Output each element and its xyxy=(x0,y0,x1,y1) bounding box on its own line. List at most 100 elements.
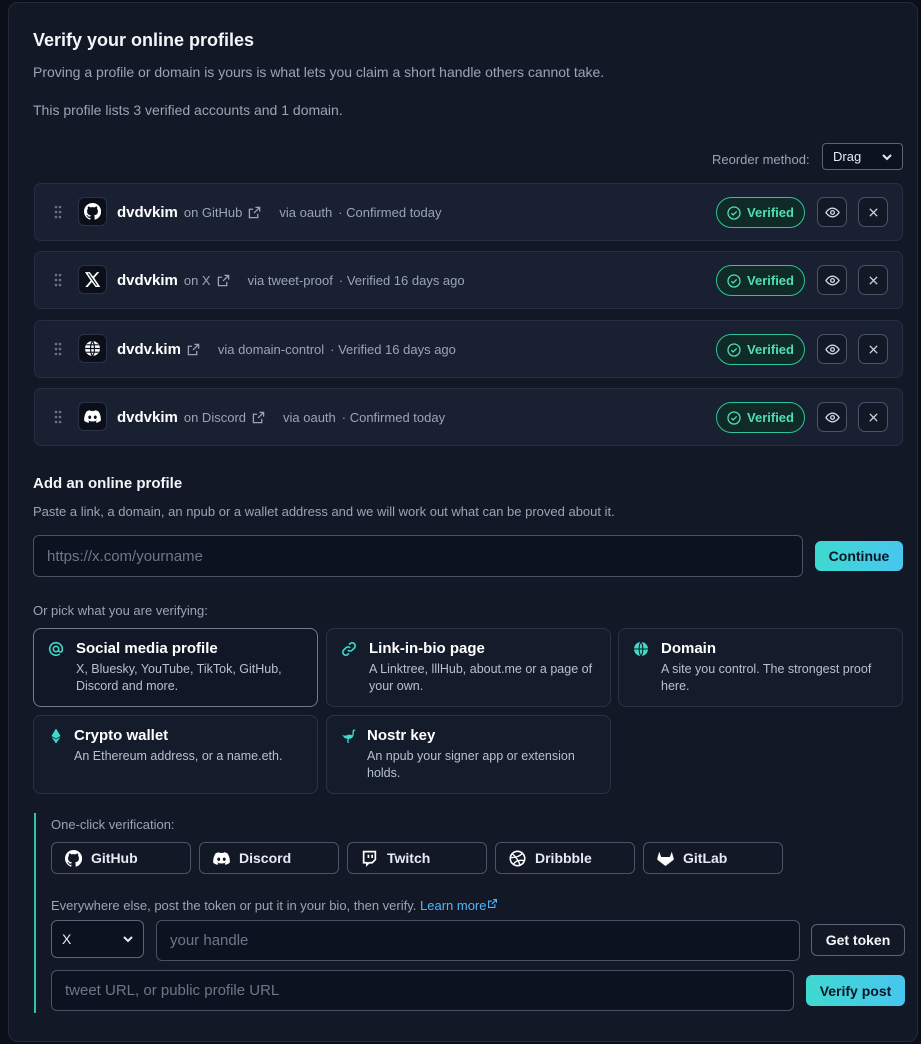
profile-status-time: · Confirmed today xyxy=(341,409,446,425)
check-circle-icon xyxy=(727,205,741,220)
proof-url-placeholder: tweet URL, or public profile URL xyxy=(65,982,280,999)
eye-icon xyxy=(824,205,840,220)
button-label: Dribbble xyxy=(535,850,592,866)
github-verify-button[interactable]: GitHub xyxy=(51,842,191,874)
handle-placeholder: your handle xyxy=(170,932,249,949)
external-link-icon[interactable] xyxy=(187,343,200,356)
profile-status-time: · Verified 16 days ago xyxy=(330,341,456,357)
summary-text: This profile lists 3 verified accounts a… xyxy=(33,102,343,118)
verify-post-button[interactable]: Verify post xyxy=(806,975,905,1006)
profile-handle: dvdv.kim xyxy=(117,340,181,358)
dribbble-icon xyxy=(509,849,526,867)
profile-row: dvdvkim on GitHub via oauth · Confirmed tod… xyxy=(34,183,903,241)
learn-more-link[interactable]: Learn more xyxy=(420,898,497,913)
profile-method: via oauth xyxy=(283,409,336,425)
close-icon xyxy=(867,274,880,287)
profile-status-time: · Verified 16 days ago xyxy=(338,272,465,288)
external-link-icon xyxy=(487,899,497,908)
card-title: Crypto wallet xyxy=(74,727,169,744)
verify-type-card[interactable]: Nostr key An npub your signer app or exte… xyxy=(326,715,611,794)
remove-button[interactable] xyxy=(858,265,888,295)
ostrich-icon xyxy=(341,728,357,744)
verified-label: Verified xyxy=(747,205,794,220)
profile-method: via oauth xyxy=(279,204,333,220)
github-icon xyxy=(65,849,82,867)
ethereum-icon xyxy=(48,728,64,744)
get-token-button[interactable]: Get token xyxy=(811,924,905,956)
card-title: Nostr key xyxy=(367,727,436,744)
card-description: X, Bluesky, YouTube, TikTok, GitHub, Dis… xyxy=(76,662,282,693)
profile-url-placeholder: https://x.com/yourname xyxy=(47,547,203,565)
verify-type-card[interactable]: Crypto wallet An Ethereum address, or a n… xyxy=(33,715,318,794)
add-profile-title: Add an online profile xyxy=(33,475,183,492)
profile-row: dvdvkim on X via tweet-proof · Verified 16 … xyxy=(34,251,903,309)
elsewhere-instructions: Everywhere else, post the token or put i… xyxy=(51,898,417,913)
github-icon xyxy=(78,197,107,226)
dribbble-verify-button[interactable]: Dribbble xyxy=(495,842,635,874)
at-icon xyxy=(48,641,64,657)
verified-label: Verified xyxy=(747,273,794,288)
verify-panel: Verify your online profiles Proving a pr… xyxy=(8,2,918,1042)
visibility-button[interactable] xyxy=(817,197,847,227)
page-title: Verify your online profiles xyxy=(33,30,255,50)
visibility-button[interactable] xyxy=(817,402,847,432)
card-description: An Ethereum address, or a name.eth. xyxy=(74,749,283,763)
elsewhere-text: Everywhere else, post the token or put i… xyxy=(51,898,498,913)
verify-type-card[interactable]: Link-in-bio page A Linktree, lllHub, abou… xyxy=(326,628,611,707)
page-subtitle: Proving a profile or domain is yours is … xyxy=(33,64,605,80)
discord-icon xyxy=(213,850,230,867)
drag-handle-icon[interactable] xyxy=(54,273,62,287)
external-link-icon[interactable] xyxy=(217,274,230,287)
twitch-verify-button[interactable]: Twitch xyxy=(347,842,487,874)
link-icon xyxy=(341,641,357,657)
continue-button[interactable]: Continue xyxy=(815,541,903,571)
remove-button[interactable] xyxy=(858,197,888,227)
card-description: An npub your signer app or extension hol… xyxy=(367,749,575,780)
profile-handle: dvdvkim xyxy=(117,408,178,426)
profile-handle: dvdvkim xyxy=(117,203,178,221)
eye-icon xyxy=(824,342,840,357)
verify-type-card[interactable]: Social media profile X, Bluesky, YouTube,… xyxy=(33,628,318,707)
discord-verify-button[interactable]: Discord xyxy=(199,842,339,874)
proof-url-input[interactable]: tweet URL, or public profile URL xyxy=(51,970,794,1011)
button-label: GitHub xyxy=(91,850,138,866)
verify-type-card[interactable]: Domain A site you control. The strongest … xyxy=(618,628,903,707)
remove-button[interactable] xyxy=(858,402,888,432)
button-label: Discord xyxy=(239,850,292,866)
profile-info: dvdvkim on X via tweet-proof · Verified 16 … xyxy=(117,252,465,308)
handle-input[interactable]: your handle xyxy=(156,920,800,961)
discord-icon xyxy=(78,402,107,431)
platform-select[interactable]: X xyxy=(51,920,144,958)
profile-method: via tweet-proof xyxy=(247,272,333,288)
profile-method: via domain-control xyxy=(217,341,325,357)
visibility-button[interactable] xyxy=(817,334,847,364)
verified-label: Verified xyxy=(747,342,794,357)
reorder-label: Reorder method: xyxy=(712,152,810,167)
verified-badge: Verified xyxy=(716,334,805,365)
verified-badge: Verified xyxy=(716,265,805,296)
profile-url-input[interactable]: https://x.com/yourname xyxy=(33,535,803,577)
one-click-section: One-click verification: GitHub Discord Twi… xyxy=(34,813,905,1013)
profile-info: dvdv.kim via domain-control · Verified 16 … xyxy=(117,321,456,377)
check-circle-icon xyxy=(727,410,741,425)
profile-platform: on X xyxy=(183,272,211,288)
drag-handle-icon[interactable] xyxy=(54,410,62,424)
profile-row: dvdvkim on Discord via oauth · Confirmed to… xyxy=(34,388,903,446)
gitlab-verify-button[interactable]: GitLab xyxy=(643,842,783,874)
visibility-button[interactable] xyxy=(817,265,847,295)
remove-button[interactable] xyxy=(858,334,888,364)
add-profile-description: Paste a link, a domain, an npub or a wal… xyxy=(33,504,615,519)
gitlab-icon xyxy=(657,850,674,867)
eye-icon xyxy=(824,273,840,288)
pick-type-label: Or pick what you are verifying: xyxy=(33,603,208,618)
external-link-icon[interactable] xyxy=(248,206,261,219)
drag-handle-icon[interactable] xyxy=(54,342,62,356)
profile-platform: on GitHub xyxy=(183,204,243,220)
profile-handle: dvdvkim xyxy=(117,271,178,289)
drag-handle-icon[interactable] xyxy=(54,205,62,219)
globe-icon xyxy=(78,334,107,363)
external-link-icon[interactable] xyxy=(252,411,265,424)
card-description: A site you control. The strongest proof … xyxy=(661,662,872,693)
button-label: Twitch xyxy=(387,850,431,866)
reorder-select[interactable]: Drag xyxy=(822,143,903,170)
